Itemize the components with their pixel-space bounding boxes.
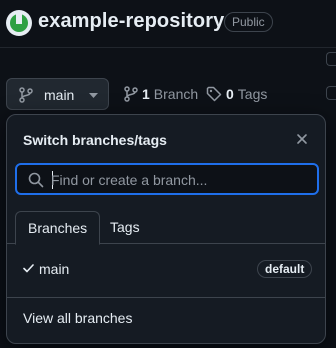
branch-tag-tabs: Branches Tags [7, 211, 325, 245]
check-icon [23, 264, 34, 273]
branch-count: 1 [142, 86, 150, 102]
tag-count: 0 [226, 86, 234, 102]
repo-header: example-repository Public [0, 0, 336, 48]
tab-branches[interactable]: Branches [15, 211, 101, 245]
caret-down-icon [89, 93, 98, 98]
branch-search-field[interactable] [15, 163, 319, 195]
side-edge [326, 52, 336, 66]
dropdown-footer: View all branches [7, 297, 325, 343]
current-branch-label: main [44, 87, 75, 103]
close-icon[interactable] [295, 132, 309, 146]
dropdown-title: Switch branches/tags [23, 132, 167, 148]
branch-search-input[interactable] [51, 169, 311, 191]
branch-name: main [39, 261, 70, 277]
branch-selector-button[interactable]: main [6, 78, 109, 110]
repo-name[interactable]: example-repository [38, 10, 224, 33]
git-branch-icon [19, 87, 33, 103]
repo-toolbar: main 1 Branch 0 Tags [0, 78, 336, 112]
git-branch-icon [124, 86, 138, 102]
branch-count-label: Branch [153, 86, 199, 102]
branches-link[interactable]: 1 Branch [124, 86, 198, 102]
visibility-badge: Public [224, 12, 273, 32]
default-badge: default [257, 260, 313, 278]
search-icon [28, 172, 44, 188]
tags-link[interactable]: 0 Tags [206, 86, 267, 102]
repo-avatar[interactable] [6, 10, 32, 36]
view-all-branches-link[interactable]: View all branches [23, 310, 132, 326]
branch-list-item[interactable]: main default [7, 253, 325, 285]
branch-switcher-dropdown: Switch branches/tags Branches Tags main … [6, 114, 326, 344]
tag-count-label: Tags [237, 86, 268, 102]
tab-tags[interactable]: Tags [98, 211, 152, 244]
tag-icon [206, 86, 222, 102]
